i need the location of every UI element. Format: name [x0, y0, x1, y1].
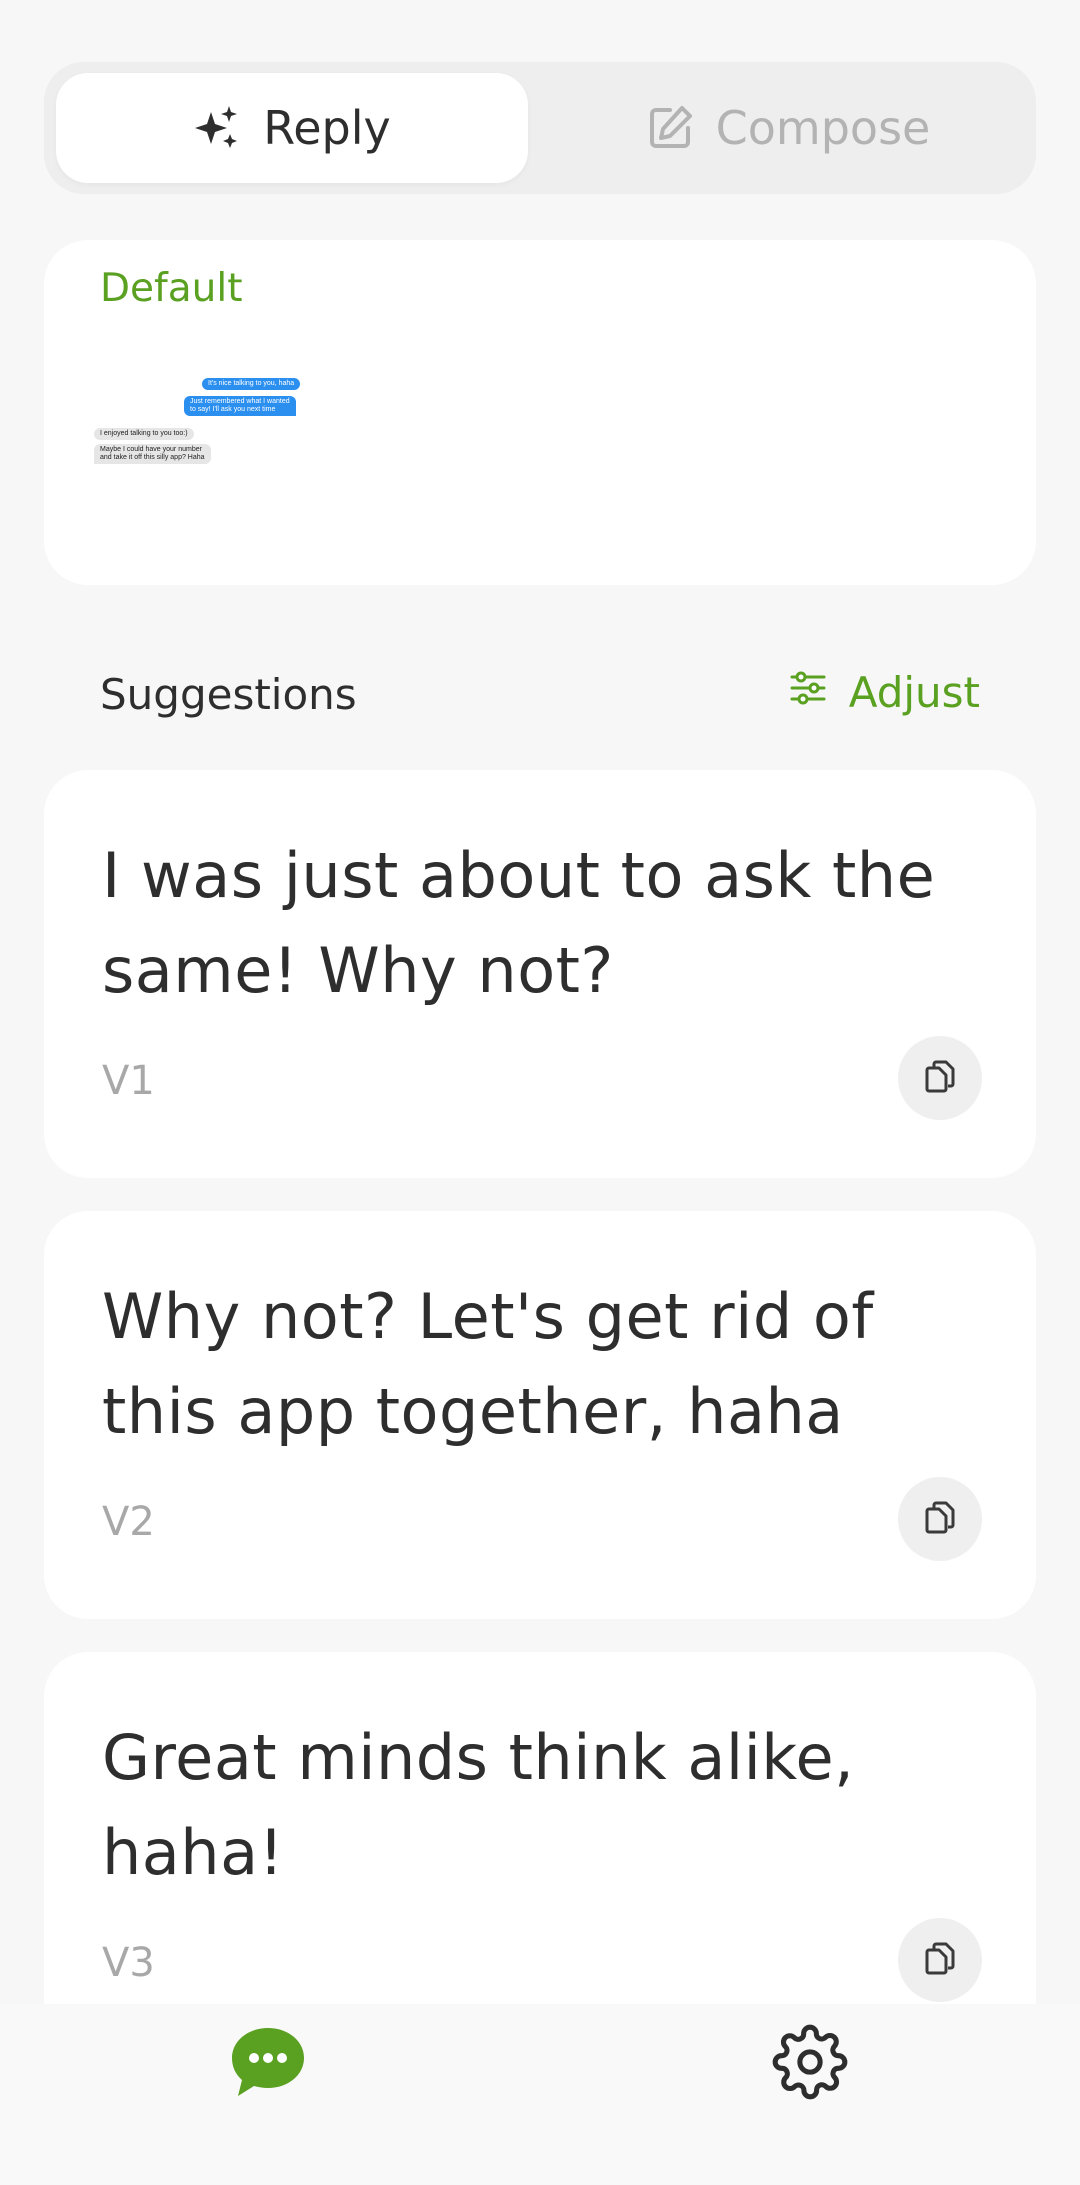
sliders-icon — [789, 668, 827, 717]
tab-compose-label: Compose — [715, 101, 931, 155]
copy-button[interactable] — [898, 1036, 982, 1120]
suggestion-card[interactable]: Why not? Let's get rid of this app toget… — [44, 1211, 1036, 1619]
tab-reply-label: Reply — [263, 101, 391, 155]
nav-settings-button[interactable] — [772, 2024, 848, 2100]
default-style-label: Default — [100, 266, 243, 311]
copy-icon — [922, 1058, 958, 1098]
copy-button[interactable] — [898, 1477, 982, 1561]
tab-compose[interactable]: Compose — [552, 73, 1024, 183]
mode-switcher: Reply Compose — [44, 62, 1036, 194]
copy-icon — [922, 1940, 958, 1980]
suggestion-text: Why not? Let's get rid of this app toget… — [102, 1280, 874, 1448]
adjust-label: Adjust — [848, 668, 980, 717]
thumbnail-bubble: It's nice talking to you, haha — [202, 378, 301, 390]
tab-reply[interactable]: Reply — [56, 73, 528, 183]
chat-bubble-icon — [230, 2028, 306, 2102]
thumbnail-bubble: Maybe I could have your number and take … — [94, 444, 211, 464]
conversation-thumbnail: It's nice talking to you, haha Just reme… — [94, 378, 301, 488]
suggestion-card[interactable]: Great minds think alike, haha! V3 — [44, 1652, 1036, 2060]
suggestion-version: V2 — [102, 1499, 155, 1545]
edit-icon — [646, 104, 694, 152]
default-style-card[interactable]: Default It's nice talking to you, haha J… — [44, 240, 1036, 585]
suggestion-version: V1 — [102, 1058, 155, 1104]
suggestion-text: I was just about to ask the same! Why no… — [102, 839, 936, 1007]
page: Reply Compose Default It's nice talking … — [0, 0, 1080, 2185]
bottom-navigation — [0, 2004, 1080, 2185]
suggestion-text: Great minds think alike, haha! — [102, 1721, 855, 1889]
suggestion-version: V3 — [102, 1940, 155, 1986]
copy-button[interactable] — [898, 1918, 982, 2002]
copy-icon — [922, 1499, 958, 1539]
suggestion-card[interactable]: I was just about to ask the same! Why no… — [44, 770, 1036, 1178]
thumbnail-bubble: I enjoyed talking to you too:) — [94, 428, 194, 440]
suggestions-title: Suggestions — [100, 670, 357, 719]
adjust-button[interactable]: Adjust — [789, 668, 980, 717]
nav-chat-button[interactable] — [230, 2026, 306, 2098]
thumbnail-bubble: Just remembered what I wanted to say! I'… — [184, 396, 296, 416]
gear-icon — [772, 2024, 848, 2104]
sparkles-icon — [193, 104, 241, 152]
